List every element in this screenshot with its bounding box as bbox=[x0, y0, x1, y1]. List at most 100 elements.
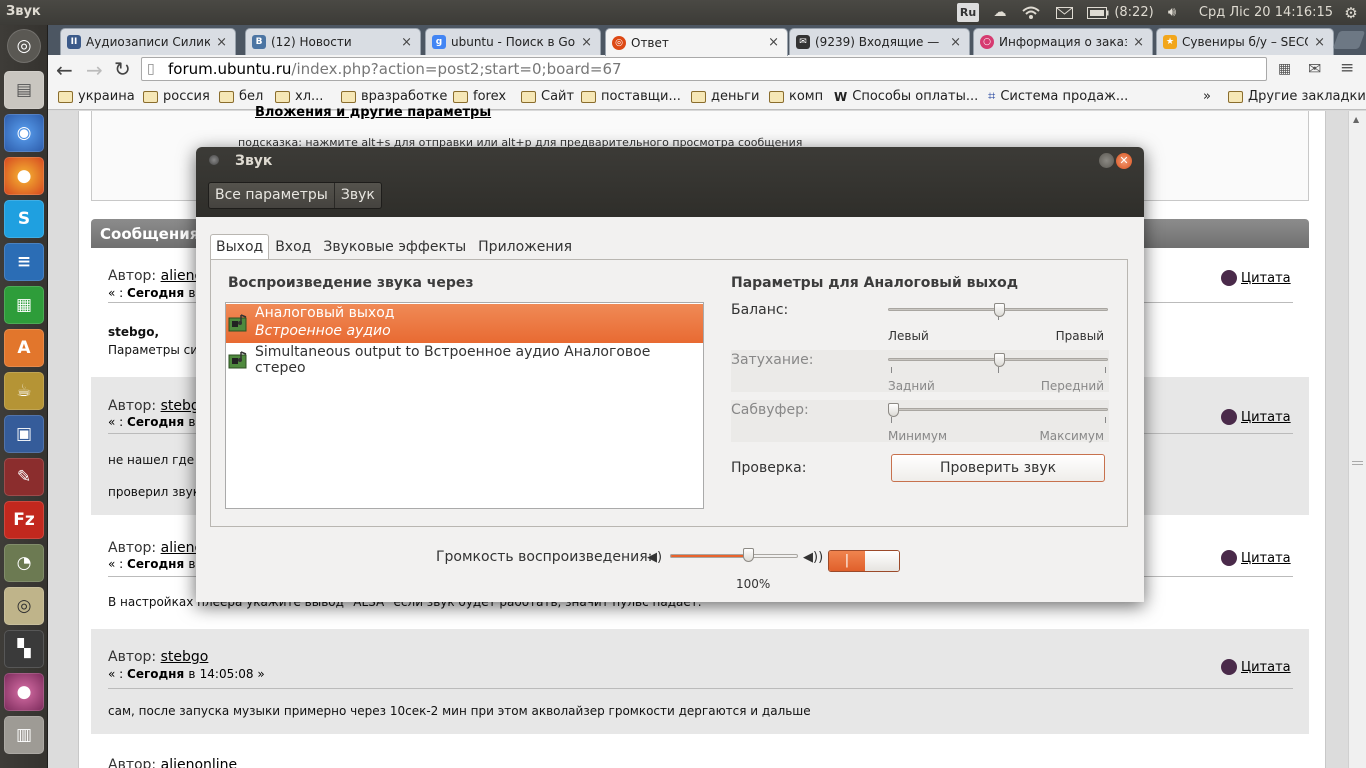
menu-icon[interactable]: ≡ bbox=[1340, 58, 1354, 78]
bookmarks-overflow[interactable]: » bbox=[1203, 89, 1211, 104]
tab-output[interactable]: Выход bbox=[210, 234, 270, 260]
mute-switch[interactable]: | bbox=[828, 550, 900, 572]
browser-tab-active[interactable]: ◎ Ответ × bbox=[605, 28, 788, 56]
browser-tab[interactable]: II Аудиозаписи Силиконс× bbox=[60, 28, 236, 55]
close-icon[interactable]: × bbox=[950, 35, 961, 50]
new-tab-button[interactable] bbox=[1332, 31, 1366, 49]
close-icon[interactable]: ✕ bbox=[1116, 153, 1132, 169]
close-icon[interactable]: × bbox=[1133, 35, 1144, 50]
bookmark-folder[interactable]: бел bbox=[219, 89, 263, 104]
bookmark-folder[interactable]: поставщи... bbox=[581, 89, 681, 104]
tick bbox=[998, 367, 999, 373]
extension-icon[interactable]: ▦ bbox=[1278, 61, 1291, 77]
subwoofer-track[interactable] bbox=[888, 408, 1108, 411]
quote-button[interactable]: Цитата bbox=[1221, 550, 1291, 566]
switch-knob bbox=[865, 551, 899, 571]
author-link[interactable]: alienonline bbox=[161, 757, 238, 768]
quote-button[interactable]: Цитата bbox=[1221, 270, 1291, 286]
volume-knob[interactable] bbox=[743, 548, 755, 562]
reload-icon[interactable]: ↻ bbox=[114, 57, 131, 81]
close-icon[interactable]: × bbox=[581, 35, 592, 50]
gmail-icon[interactable]: ✉ bbox=[1308, 59, 1321, 78]
breadcrumb-all-settings[interactable]: Все параметры bbox=[209, 183, 335, 208]
clock[interactable]: Срд Ліс 20 14:16:15 bbox=[1196, 3, 1336, 22]
browser-tab[interactable]: ✉ (9239) Входящие — ko × bbox=[789, 28, 970, 55]
vk-favicon-icon: B bbox=[252, 35, 266, 49]
software-center-icon[interactable]: A bbox=[4, 329, 44, 367]
bookmark-link[interactable]: W Способы оплаты... bbox=[834, 89, 978, 104]
bookmark-folder[interactable]: хл... bbox=[275, 89, 323, 104]
scroll-up-icon[interactable]: ▲ bbox=[1353, 115, 1359, 124]
tab-applications[interactable]: Приложения bbox=[472, 234, 578, 260]
bookmark-link[interactable]: ⌗ Система продаж... bbox=[988, 89, 1128, 104]
cloud-icon[interactable]: ☁ bbox=[988, 3, 1012, 22]
audio-icon[interactable]: ◎ bbox=[4, 587, 44, 625]
url-path: /index.php?action=post2;start=0;board=67 bbox=[291, 60, 622, 78]
url-host: forum.ubuntu.ru bbox=[168, 60, 292, 78]
close-icon[interactable]: × bbox=[768, 35, 779, 50]
writer-icon[interactable]: ≡ bbox=[4, 243, 44, 281]
files-icon[interactable]: ▤ bbox=[4, 71, 44, 109]
mail-icon[interactable] bbox=[1053, 3, 1075, 22]
tab-bar: Выход Вход Звуковые эффекты Приложения bbox=[210, 234, 578, 260]
subwoofer-slider[interactable] bbox=[888, 403, 899, 417]
star-favicon-icon: ★ bbox=[1163, 35, 1177, 49]
tab-input[interactable]: Вход bbox=[269, 234, 317, 260]
battery-time[interactable]: (8:22) bbox=[1114, 3, 1154, 22]
bookmark-folder[interactable]: forex bbox=[453, 89, 506, 104]
device-item[interactable]: Simultaneous output to Встроенное аудио … bbox=[226, 344, 703, 376]
chromium-icon[interactable]: ◉ bbox=[4, 114, 44, 152]
calc-icon[interactable]: ▦ bbox=[4, 286, 44, 324]
minimize-icon[interactable] bbox=[1099, 153, 1114, 168]
quote-button[interactable]: Цитата bbox=[1221, 409, 1291, 425]
close-icon[interactable]: × bbox=[401, 35, 412, 50]
attachments-link[interactable]: Вложения и другие параметры bbox=[255, 105, 491, 120]
browser-tab[interactable]: B (12) Новости × bbox=[245, 28, 421, 55]
device-item-selected[interactable]: Аналоговый выход Встроенное аудио bbox=[226, 304, 703, 343]
wifi-icon[interactable] bbox=[1020, 3, 1042, 22]
audio-favicon-icon: II bbox=[67, 35, 81, 49]
filezilla-icon[interactable]: Fz bbox=[4, 501, 44, 539]
breadcrumb-sound[interactable]: Звук bbox=[335, 183, 381, 208]
media-icon[interactable]: ● bbox=[4, 673, 44, 711]
bookmark-folder[interactable]: вразработке bbox=[341, 89, 447, 104]
close-icon[interactable]: × bbox=[216, 35, 227, 50]
skype-icon[interactable]: S bbox=[4, 200, 44, 238]
browser-tab[interactable]: ○ Информация о заказе × bbox=[973, 28, 1153, 55]
volume-slider[interactable] bbox=[670, 548, 798, 562]
fade-slider[interactable] bbox=[994, 353, 1005, 367]
bookmark-folder[interactable]: комп bbox=[769, 89, 823, 104]
power-icon[interactable]: ⚙ bbox=[1340, 3, 1362, 22]
volume-icon[interactable]: 🔊︎ bbox=[1160, 3, 1184, 22]
other-bookmarks[interactable]: Другие закладки bbox=[1228, 89, 1366, 104]
trash-icon[interactable]: ▥ bbox=[4, 716, 44, 754]
system-monitor-icon[interactable]: ◔ bbox=[4, 544, 44, 582]
back-arrow-icon[interactable]: ← bbox=[56, 58, 73, 82]
firefox-icon[interactable]: ● bbox=[4, 157, 44, 195]
balance-slider[interactable] bbox=[994, 303, 1005, 317]
address-bar[interactable]: ▯ forum.ubuntu.ru/index.php?action=post2… bbox=[141, 57, 1267, 81]
close-icon[interactable]: × bbox=[1314, 35, 1325, 50]
teapot-icon[interactable]: ☕ bbox=[4, 372, 44, 410]
browser-tab[interactable]: g ubuntu - Поиск в Googl× bbox=[425, 28, 601, 55]
bookmark-folder[interactable]: деньги bbox=[691, 89, 759, 104]
active-app-name: Звук bbox=[6, 4, 41, 19]
test-sound-button[interactable]: Проверить звук bbox=[891, 454, 1105, 482]
clapper-icon[interactable]: ▚ bbox=[4, 630, 44, 668]
scroll-grip[interactable] bbox=[1352, 461, 1363, 465]
window-menu-icon[interactable] bbox=[209, 155, 219, 165]
keyboard-layout-indicator[interactable]: Ru bbox=[957, 3, 979, 22]
browser-tab[interactable]: ★ Сувениры б/у – SECON× bbox=[1156, 28, 1334, 55]
floppy-icon[interactable]: ▣ bbox=[4, 415, 44, 453]
bookmark-folder[interactable]: россия bbox=[143, 89, 210, 104]
bookmark-folder[interactable]: Сайт bbox=[521, 89, 574, 104]
bookmark-folder[interactable]: украина bbox=[58, 89, 135, 104]
pen-icon[interactable]: ✎ bbox=[4, 458, 44, 496]
author-link[interactable]: stebgo bbox=[161, 649, 209, 665]
forward-arrow-icon[interactable]: → bbox=[86, 58, 103, 82]
page-scrollbar[interactable]: ▲ bbox=[1348, 111, 1366, 768]
battery-icon[interactable] bbox=[1086, 3, 1110, 22]
quote-button[interactable]: Цитата bbox=[1221, 659, 1291, 675]
tab-sound-effects[interactable]: Звуковые эффекты bbox=[317, 234, 472, 260]
ubuntu-logo-icon[interactable]: ◎ bbox=[7, 29, 41, 63]
